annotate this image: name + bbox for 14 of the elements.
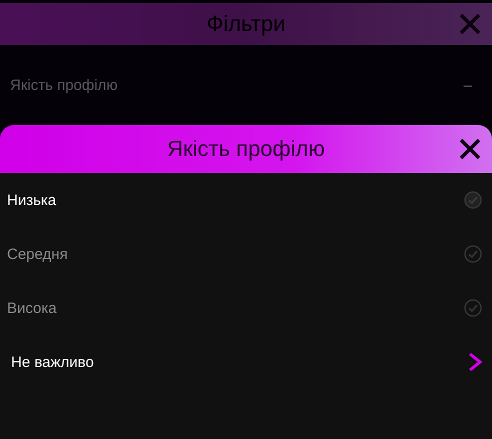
option-item[interactable]: Не важливо — [0, 335, 492, 389]
filter-label: Якість профілю — [10, 76, 118, 94]
header-title: Фільтри — [206, 11, 286, 37]
option-item[interactable]: Низька — [0, 173, 492, 227]
check-circle-icon — [464, 299, 482, 317]
close-icon — [458, 137, 482, 161]
option-item[interactable]: Висока — [0, 281, 492, 335]
check-circle-icon — [464, 191, 482, 209]
sheet-title: Якість профілю — [167, 136, 325, 162]
option-item[interactable]: Середня — [0, 227, 492, 281]
filter-value: – — [464, 76, 472, 94]
check-circle-icon — [464, 245, 482, 263]
chevron-right-icon — [468, 352, 482, 372]
close-icon — [458, 12, 482, 36]
